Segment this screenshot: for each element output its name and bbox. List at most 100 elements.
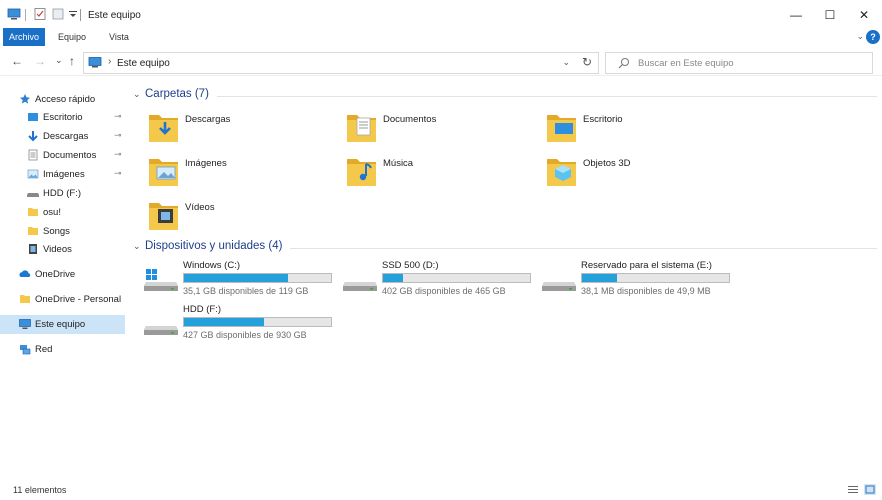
desktop-folder-icon: [27, 111, 39, 123]
sidebar-item-label: osu!: [43, 207, 61, 218]
help-icon[interactable]: ?: [866, 30, 880, 44]
sidebar-item-escritorio[interactable]: Escritorio ⊸: [0, 108, 125, 127]
drive-usage-bar: [382, 273, 531, 283]
videos-folder-icon: [148, 198, 180, 232]
recent-locations-icon[interactable]: ⌄: [55, 55, 63, 66]
sidebar-item-label: Imágenes: [43, 169, 85, 180]
search-placeholder: Buscar en Este equipo: [638, 58, 734, 69]
computer-icon: [19, 318, 31, 330]
navigation-bar: ← → ⌄ ↑ › Este equipo ⌄ ↻ Buscar en Este…: [0, 48, 882, 76]
pictures-icon: [27, 168, 39, 180]
folder-label: Documentos: [383, 114, 437, 125]
drive-free-space: 38,1 MB disponibles de 49,9 MB: [581, 286, 711, 296]
sidebar-item-documentos[interactable]: Documentos ⊸: [0, 146, 125, 165]
close-button[interactable]: ✕: [846, 0, 882, 30]
address-dropdown-icon[interactable]: ⌄: [562, 57, 570, 68]
folder-icon: [27, 206, 39, 218]
tab-vista[interactable]: Vista: [103, 28, 135, 46]
sidebar-item-label: Acceso rápido: [35, 94, 96, 105]
folder-downloads[interactable]: Descargas: [148, 110, 338, 150]
drive-icon: [541, 268, 577, 294]
expand-ribbon-icon[interactable]: ⌄: [856, 31, 864, 42]
minimize-button[interactable]: —: [778, 0, 814, 30]
pin-icon: ⊸: [114, 149, 122, 159]
drive-usage-fill: [383, 274, 403, 282]
drives-section-title: Dispositivos y unidades (4): [145, 240, 283, 252]
documents-icon: [27, 149, 39, 161]
folder-icon: [19, 293, 31, 305]
drive-tile[interactable]: Windows (C:) 35,1 GB disponibles de 119 G…: [143, 260, 339, 300]
sidebar-item-songs[interactable]: Songs: [0, 222, 125, 241]
status-bar: 11 elementos: [0, 480, 882, 500]
customize-toolbar-icon[interactable]: [66, 8, 80, 20]
new-folder-icon[interactable]: [51, 8, 65, 20]
search-icon: [618, 58, 629, 69]
folder-3d-objects[interactable]: Objetos 3D: [546, 154, 736, 194]
back-icon[interactable]: ←: [11, 54, 23, 68]
sidebar-item-hdd-f[interactable]: HDD (F:): [0, 184, 125, 203]
drive-label: Windows (C:): [183, 260, 241, 271]
folder-music[interactable]: Música: [346, 154, 536, 194]
folder-desktop[interactable]: Escritorio: [546, 110, 736, 150]
forward-icon[interactable]: →: [34, 54, 46, 68]
folders-section-header[interactable]: ⌄ Carpetas (7): [131, 87, 877, 105]
folder-label: Objetos 3D: [583, 158, 631, 169]
drive-free-space: 402 GB disponibles de 465 GB: [382, 286, 506, 296]
item-count: 11 elementos: [13, 485, 67, 495]
section-divider: [217, 96, 877, 97]
tab-equipo[interactable]: Equipo: [52, 28, 92, 46]
drive-tile[interactable]: HDD (F:) 427 GB disponibles de 930 GB: [143, 304, 339, 344]
documents-folder-icon: [346, 110, 378, 144]
computer-icon: [88, 57, 102, 68]
drive-label: Reservado para el sistema (E:): [581, 260, 712, 271]
large-icons-view-icon[interactable]: [864, 484, 876, 495]
sidebar-item-imágenes[interactable]: Imágenes ⊸: [0, 165, 125, 184]
downloads-icon: [27, 130, 39, 142]
drive-icon: [27, 187, 39, 199]
folder-label: Música: [383, 158, 414, 169]
sidebar-item-label: Este equipo: [35, 319, 86, 330]
drive-tile[interactable]: SSD 500 (D:) 402 GB disponibles de 465 GB: [342, 260, 538, 300]
system-drive-icon: [143, 268, 179, 294]
folder-documents[interactable]: Documentos: [346, 110, 536, 150]
section-divider: [290, 248, 877, 249]
drive-usage-fill: [184, 318, 264, 326]
folder-pictures[interactable]: Imágenes: [148, 154, 338, 194]
breadcrumb-este-equipo[interactable]: Este equipo: [117, 58, 170, 69]
star-icon: [19, 93, 31, 105]
search-input[interactable]: Buscar en Este equipo: [605, 52, 873, 74]
refresh-icon[interactable]: ↻: [582, 55, 592, 69]
drives-section-header[interactable]: ⌄ Dispositivos y unidades (4): [131, 239, 877, 257]
maximize-button[interactable]: ☐: [812, 0, 848, 30]
onedrive-icon: [19, 268, 31, 280]
drive-usage-bar: [183, 273, 332, 283]
folders-section-title: Carpetas (7): [145, 88, 209, 100]
address-bar[interactable]: › Este equipo ⌄ ↻: [83, 52, 599, 74]
breadcrumb-separator: ›: [108, 56, 112, 67]
drive-usage-fill: [184, 274, 288, 282]
sidebar-item-osu[interactable]: osu!: [0, 203, 125, 222]
sidebar-item-red[interactable]: Red: [0, 340, 125, 359]
sidebar-item-onedrive-personal[interactable]: OneDrive - Personal: [0, 290, 125, 309]
sidebar-item-onedrive[interactable]: OneDrive: [0, 265, 125, 284]
3d-objects-folder-icon: [546, 154, 578, 188]
sidebar-item-label: HDD (F:): [43, 188, 81, 199]
folder-videos[interactable]: Vídeos: [148, 198, 338, 238]
sidebar-item-descargas[interactable]: Descargas ⊸: [0, 127, 125, 146]
sidebar-item-este-equipo[interactable]: Este equipo: [0, 315, 125, 334]
tab-archivo[interactable]: Archivo: [3, 28, 46, 46]
drive-usage-bar: [183, 317, 332, 327]
pictures-folder-icon: [148, 154, 180, 188]
drive-icon: [342, 268, 378, 294]
sidebar-item-acceso-rápido[interactable]: Acceso rápido: [0, 90, 125, 109]
title-separator: [80, 9, 81, 21]
properties-icon[interactable]: [33, 8, 47, 20]
navigation-pane: Acceso rápido Escritorio ⊸ Descargas ⊸ Docume…: [0, 80, 126, 480]
downloads-folder-icon: [148, 110, 180, 144]
up-icon[interactable]: ↑: [69, 54, 75, 68]
computer-icon[interactable]: [7, 8, 21, 20]
sidebar-item-label: Red: [35, 344, 53, 355]
drive-tile[interactable]: Reservado para el sistema (E:) 38,1 MB di…: [541, 260, 737, 300]
details-view-icon[interactable]: [847, 484, 859, 495]
sidebar-item-videos[interactable]: Videos: [0, 240, 125, 259]
